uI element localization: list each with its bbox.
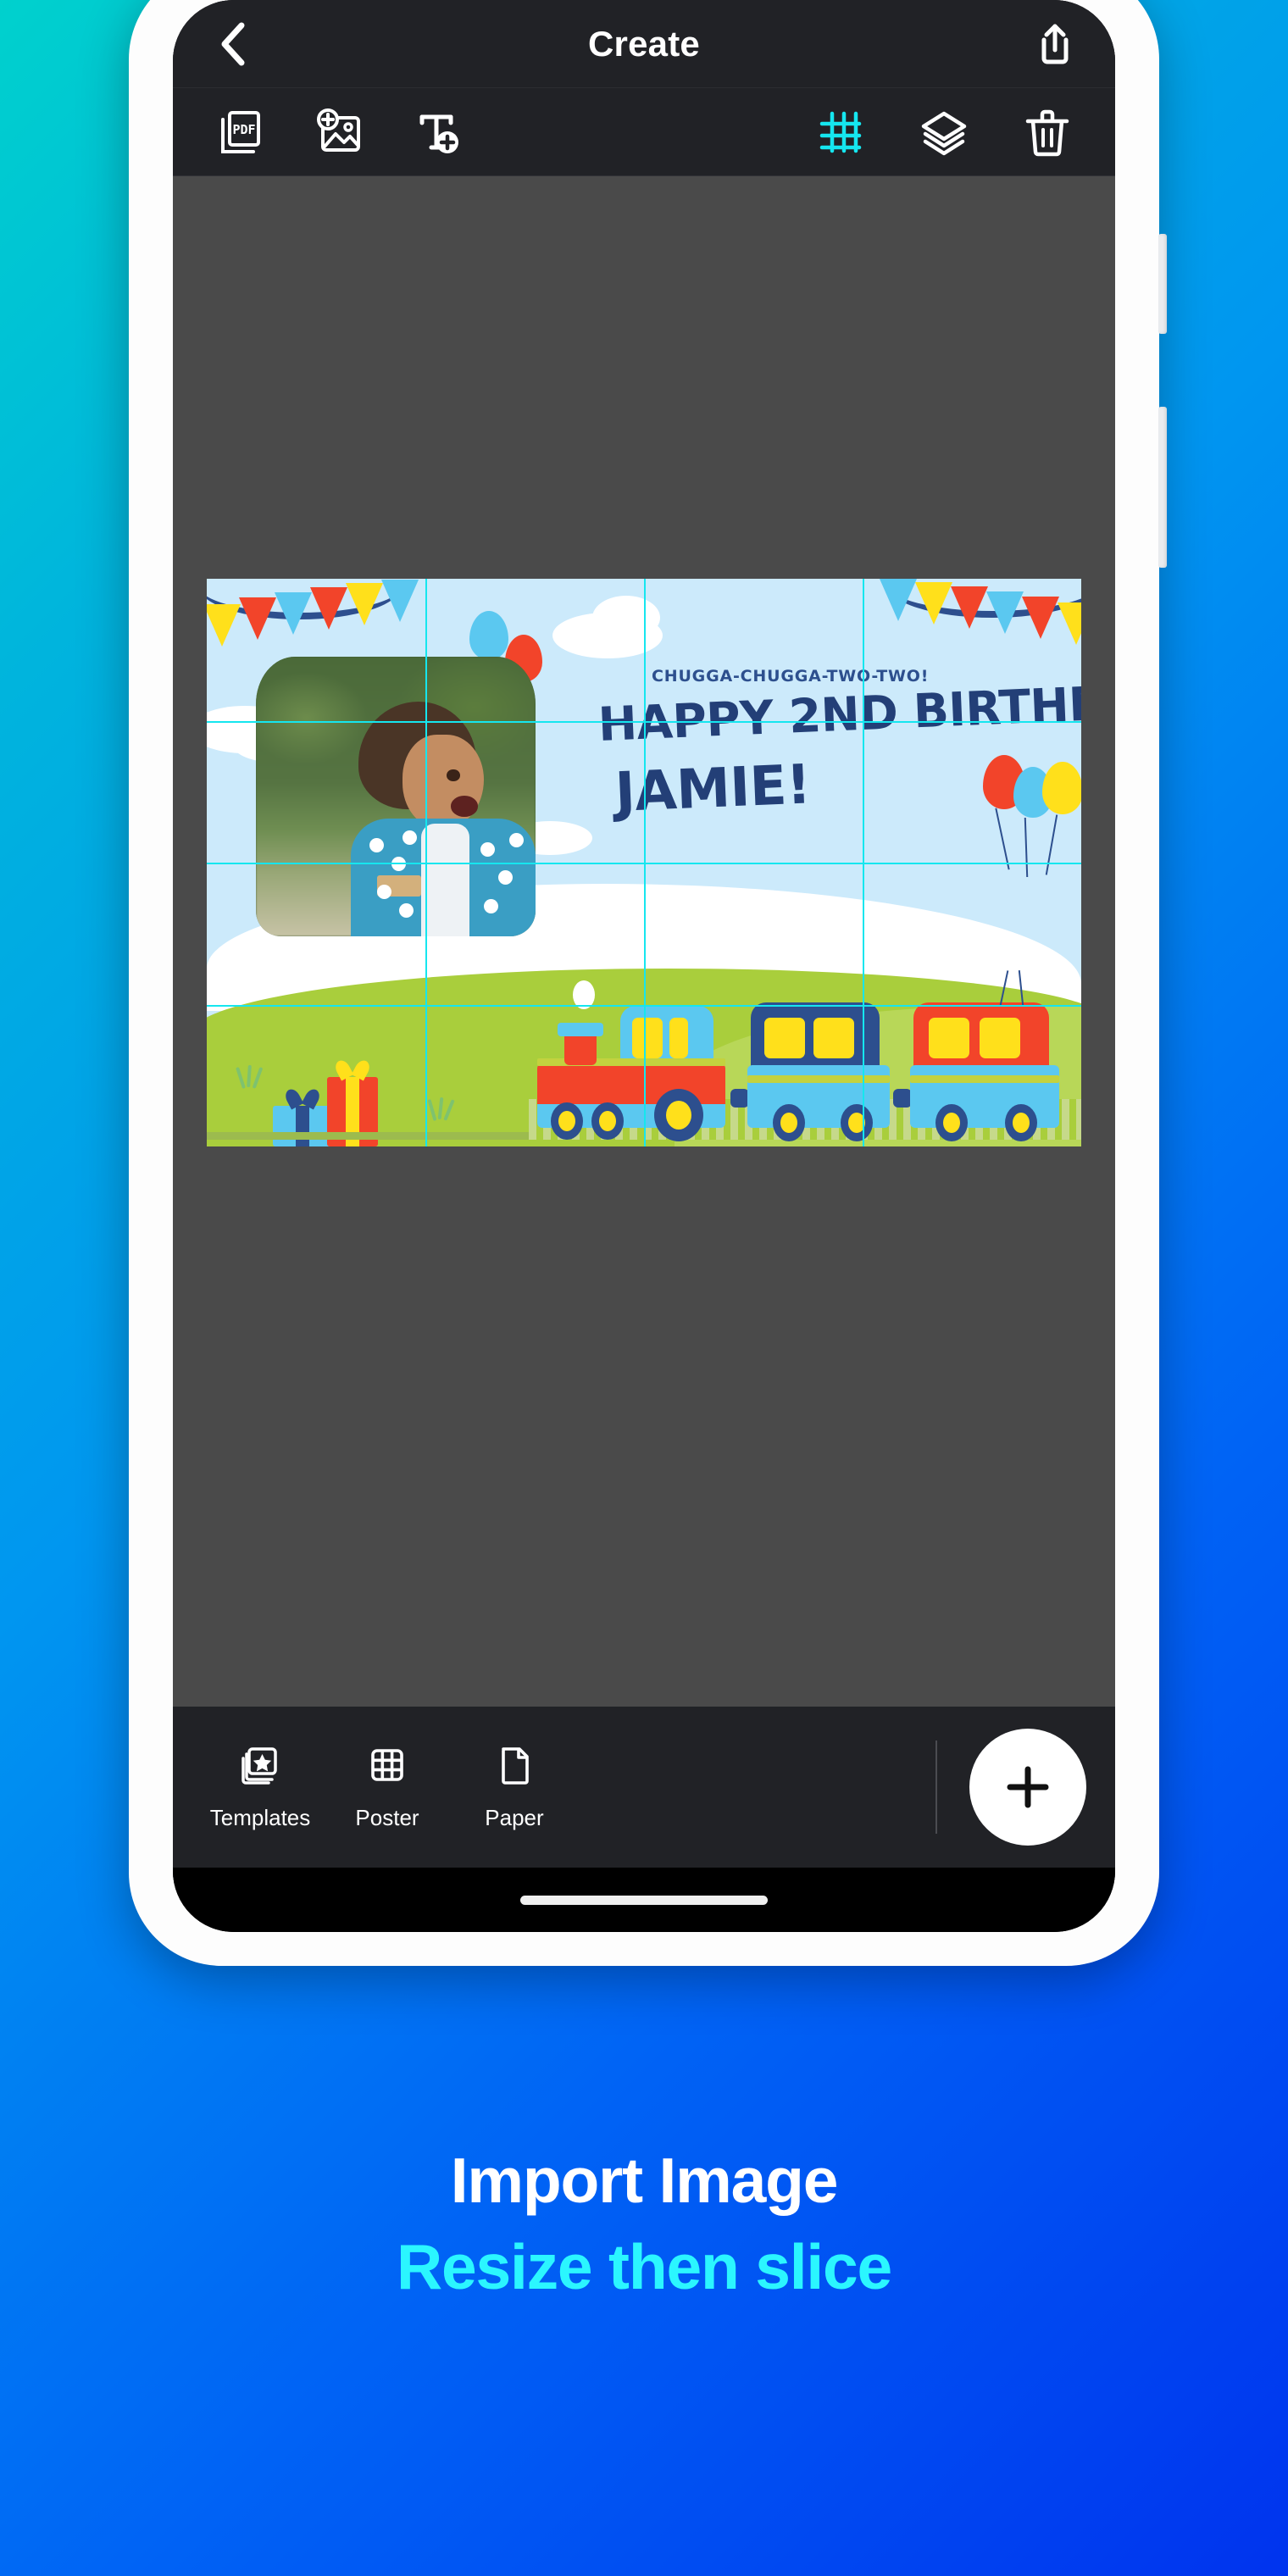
coupling — [893, 1089, 912, 1108]
cloud — [592, 596, 660, 640]
wheel — [654, 1089, 703, 1141]
bunting-flag — [951, 586, 988, 629]
phone-volume-up-button[interactable] — [1158, 234, 1167, 334]
wheel — [551, 1102, 583, 1140]
document-page-icon — [502, 1747, 529, 1785]
templates-star-stack-icon — [242, 1747, 277, 1785]
bottom-nav: Templates Poster Paper — [197, 1743, 578, 1831]
add-text-tool-button[interactable] — [403, 98, 471, 166]
promo-text-block: Import Image Resize then slice — [0, 2144, 1288, 2303]
phone-volume-down-button[interactable] — [1158, 407, 1167, 568]
bunting-flag — [986, 591, 1024, 634]
sidebar-item-label: Poster — [355, 1805, 419, 1830]
grid-3x3-icon — [371, 1749, 403, 1781]
card-tagline[interactable]: CHUGGA-CHUGGA-TWO-TWO! — [652, 667, 929, 686]
grid-icon — [819, 111, 862, 153]
card-canvas[interactable]: CHUGGA-CHUGGA-TWO-TWO! HAPPY 2ND BIRTHDA… — [207, 579, 1081, 1146]
bunting-flag — [310, 587, 347, 630]
promo-headline: Import Image — [450, 2145, 839, 2216]
sidebar-item-templates[interactable]: Templates — [197, 1743, 324, 1831]
car-2-window — [764, 1018, 805, 1058]
engine-chimney — [564, 1031, 597, 1065]
wheel — [935, 1104, 968, 1141]
bunting-flag — [880, 579, 917, 621]
grid-tool-button[interactable] — [807, 98, 874, 166]
bunting-flag — [381, 580, 419, 622]
sidebar-item-poster[interactable]: Poster — [324, 1743, 451, 1831]
share-icon — [1041, 24, 1069, 64]
engine-window — [669, 1018, 688, 1058]
layers-icon — [921, 111, 967, 155]
layers-tool-button[interactable] — [910, 98, 978, 166]
edit-toolbar-left-group: PDF — [207, 98, 471, 166]
car-3-window — [980, 1018, 1020, 1058]
phone-frame: Create PDF CHUGGA-CHUGGA-TWO-TWO! HAPPY … — [129, 0, 1167, 1966]
imported-photo[interactable] — [256, 657, 536, 936]
balloon-string — [995, 808, 1010, 870]
promo-subheadline: Resize then slice — [396, 2231, 892, 2302]
home-indicator[interactable] — [520, 1895, 768, 1905]
bunting-flag — [1022, 597, 1059, 639]
subject-shirt — [420, 823, 469, 936]
engine-chimney-top — [558, 1023, 603, 1036]
sidebar-item-paper[interactable]: Paper — [451, 1743, 578, 1831]
sidebar-item-label: Paper — [485, 1805, 544, 1830]
subject-mouth — [450, 795, 479, 817]
photo-subject — [351, 701, 536, 936]
svg-text:PDF: PDF — [232, 122, 255, 137]
trash-icon — [1025, 109, 1069, 156]
balloon-yellow — [1042, 762, 1081, 814]
bottom-divider — [935, 1740, 937, 1834]
page-title: Create — [588, 23, 700, 64]
add-button[interactable] — [969, 1729, 1086, 1846]
app-surface: Create PDF CHUGGA-CHUGGA-TWO-TWO! HAPPY … — [173, 0, 1115, 1932]
share-button[interactable] — [1030, 19, 1080, 69]
wheel — [1005, 1104, 1037, 1141]
bottom-bar: Templates Poster Paper — [173, 1707, 1115, 1868]
train-illustration — [207, 970, 1081, 1141]
car-2-window — [813, 1018, 854, 1058]
bunting-flag — [346, 583, 383, 625]
add-text-icon — [419, 114, 458, 153]
engine-window — [632, 1018, 663, 1058]
pdf-tool-button[interactable]: PDF — [207, 98, 275, 166]
bunting-flag — [207, 604, 241, 647]
wheel — [841, 1104, 873, 1141]
wheel — [591, 1102, 624, 1140]
add-image-tool-button[interactable] — [305, 98, 373, 166]
bunting-left — [207, 579, 419, 652]
bunting-flag — [275, 592, 312, 635]
phone-screen: Create PDF CHUGGA-CHUGGA-TWO-TWO! HAPPY … — [173, 0, 1115, 1932]
coupling — [730, 1089, 749, 1108]
balloon-string — [1045, 814, 1058, 875]
balloon-blue — [469, 611, 508, 660]
balloon-string — [1024, 817, 1029, 878]
chevron-left-icon — [221, 22, 245, 65]
app-header: Create — [173, 0, 1115, 88]
delete-tool-button[interactable] — [1013, 98, 1081, 166]
bunting-flag — [915, 582, 952, 625]
back-button[interactable] — [208, 19, 258, 69]
card-name-text[interactable]: JAMIE! — [613, 753, 812, 824]
edit-toolbar-right-group — [807, 98, 1081, 166]
subject-eye — [447, 769, 460, 782]
bunting-right — [880, 579, 1081, 650]
bunting-flag — [1058, 602, 1081, 645]
pdf-icon: PDF — [221, 110, 260, 153]
add-image-icon — [317, 108, 360, 152]
car-3-window — [929, 1018, 969, 1058]
bunting-flag — [239, 597, 276, 640]
home-indicator-bar — [173, 1868, 1115, 1932]
canvas-area[interactable]: CHUGGA-CHUGGA-TWO-TWO! HAPPY 2ND BIRTHDA… — [173, 176, 1115, 1707]
edit-toolbar: PDF — [173, 88, 1115, 176]
plus-icon — [1007, 1766, 1049, 1808]
wheel — [773, 1104, 805, 1141]
sidebar-item-label: Templates — [209, 1805, 311, 1830]
